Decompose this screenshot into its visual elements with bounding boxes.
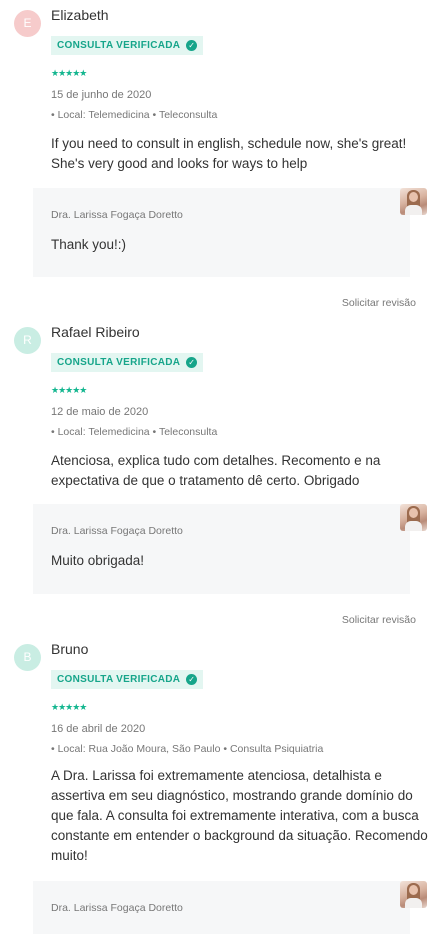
reply-text: Thank you!:)	[51, 237, 127, 252]
reviewer-avatar: E	[14, 10, 41, 37]
request-revision-link[interactable]: Solicitar revisão	[342, 614, 416, 626]
reviewer-avatar: R	[14, 327, 41, 354]
review-text-line: If you need to consult in english, sched…	[51, 136, 407, 151]
verified-badge: CONSULTA VERIFICADA ✓	[51, 670, 204, 689]
review-text-line: expectativa de que o tratamento dê certo…	[51, 473, 360, 488]
verified-badge-label: CONSULTA VERIFICADA	[57, 674, 181, 685]
review-text-line: A Dra. Larissa foi extremamente atencios…	[51, 768, 382, 783]
reviewer-avatar: B	[14, 644, 41, 671]
verified-badge-label: CONSULTA VERIFICADA	[57, 40, 181, 51]
review-date: 16 de abril de 2020	[51, 723, 146, 735]
reply-doctor-name: Dra. Larissa Fogaça Doretto	[51, 902, 183, 914]
rating-stars: ★★★★★	[51, 68, 87, 78]
doctor-avatar	[400, 188, 427, 215]
review-item: R Rafael Ribeiro CONSULTA VERIFICADA ✓ ★…	[0, 317, 442, 634]
check-icon: ✓	[186, 357, 198, 368]
check-icon: ✓	[186, 674, 198, 685]
review-text-line: muito!	[51, 848, 88, 863]
review-date: 15 de junho de 2020	[51, 89, 152, 101]
verified-badge: CONSULTA VERIFICADA ✓	[51, 353, 204, 372]
doctor-avatar	[400, 881, 427, 908]
review-date: 12 de maio de 2020	[51, 406, 149, 418]
check-icon: ✓	[186, 40, 198, 51]
reviewer-name: Elizabeth	[51, 7, 109, 23]
doctor-reply: Dra. Larissa Fogaça Doretto Muito obriga…	[33, 504, 427, 594]
reply-doctor-name: Dra. Larissa Fogaça Doretto	[51, 209, 183, 221]
doctor-reply: Dra. Larissa Fogaça Doretto Thank you!:)	[33, 188, 427, 277]
verified-badge: CONSULTA VERIFICADA ✓	[51, 36, 204, 55]
review-text-line: She's very good and looks for ways to he…	[51, 156, 308, 171]
reply-doctor-name: Dra. Larissa Fogaça Doretto	[51, 525, 183, 537]
rating-stars: ★★★★★	[51, 385, 87, 395]
review-text-line: Atenciosa, explica tudo com detalhes. Re…	[51, 453, 381, 468]
doctor-avatar	[400, 504, 427, 531]
review-text-line: constante em entender o background da si…	[51, 828, 428, 843]
review-location: • Local: Telemedicina • Teleconsulta	[51, 109, 218, 121]
review-location: • Local: Telemedicina • Teleconsulta	[51, 426, 218, 438]
review-text-line: assertiva em seu diagnóstico, mostrando …	[51, 788, 413, 803]
review-item: B Bruno CONSULTA VERIFICADA ✓ ★★★★★ 16 d…	[0, 634, 442, 934]
reply-text: Muito obrigada!	[51, 553, 145, 568]
review-text: If you need to consult in english, sched…	[51, 134, 431, 174]
review-text: A Dra. Larissa foi extremamente atencios…	[51, 766, 431, 866]
review-item: E Elizabeth CONSULTA VERIFICADA ✓ ★★★★★ …	[0, 0, 442, 317]
reviewer-name: Bruno	[51, 641, 89, 657]
review-text: Atenciosa, explica tudo com detalhes. Re…	[51, 451, 431, 491]
verified-badge-label: CONSULTA VERIFICADA	[57, 357, 181, 368]
review-text-line: que fala. A consulta foi extremamente in…	[51, 808, 419, 823]
request-revision-link[interactable]: Solicitar revisão	[342, 297, 416, 309]
review-location: • Local: Rua João Moura, São Paulo • Con…	[51, 743, 324, 755]
rating-stars: ★★★★★	[51, 702, 87, 712]
doctor-reply: Dra. Larissa Fogaça Doretto	[33, 881, 427, 934]
reviewer-name: Rafael Ribeiro	[51, 324, 140, 340]
